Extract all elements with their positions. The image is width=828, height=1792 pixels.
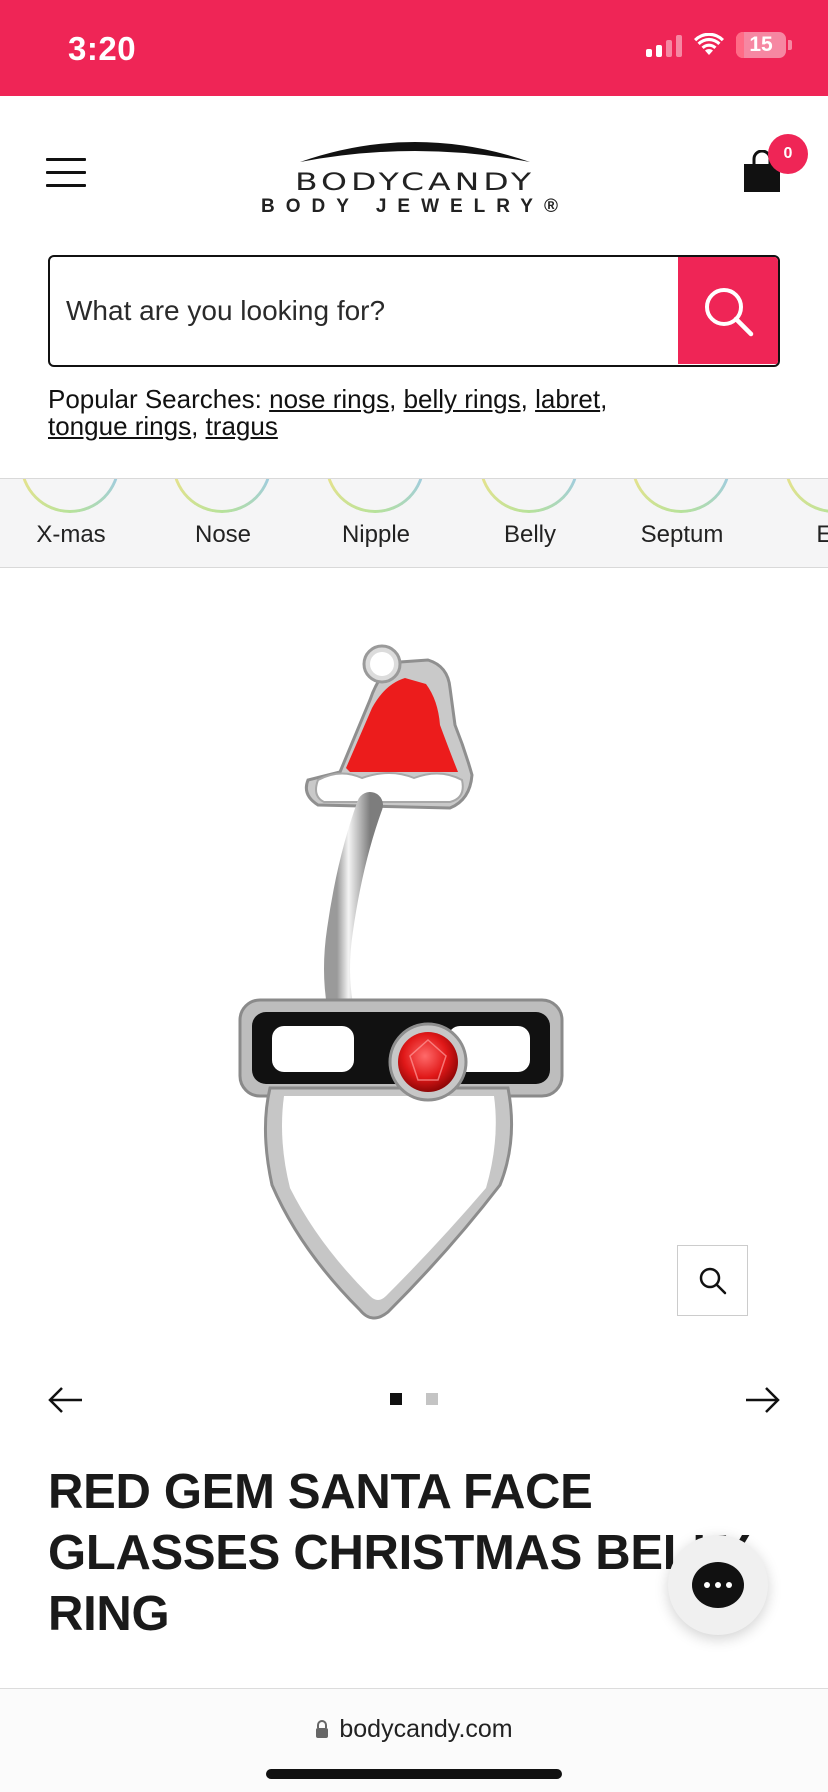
browser-url-bar: bodycandy.com xyxy=(0,1688,828,1792)
category-ear[interactable]: Ear xyxy=(760,479,828,567)
status-bar: 3:20 15 xyxy=(0,0,828,96)
product-image[interactable] xyxy=(200,600,600,1360)
logo-subtitle: BODY JEWELRY® xyxy=(261,196,569,217)
category-image xyxy=(20,479,120,513)
popular-separator: , xyxy=(600,384,608,414)
category-strip: X-mas Nose Nipple Belly Septum Ear xyxy=(0,478,828,568)
carousel-dot-2[interactable] xyxy=(426,1393,438,1405)
arrow-right-icon xyxy=(746,1387,780,1413)
popular-searches-label: Popular Searches: xyxy=(48,384,262,414)
battery-tip xyxy=(788,40,792,50)
wifi-icon xyxy=(694,33,724,55)
category-image xyxy=(784,479,828,513)
category-label: Nose xyxy=(194,521,252,548)
popular-separator: , xyxy=(191,411,206,441)
status-icons: 15 xyxy=(646,32,792,58)
zoom-button[interactable] xyxy=(677,1245,748,1316)
cart-count-badge: 0 xyxy=(768,134,808,174)
category-xmas[interactable]: X-mas xyxy=(0,479,146,567)
popular-separator: , xyxy=(520,384,536,414)
category-label: Belly xyxy=(503,521,557,548)
category-nipple[interactable]: Nipple xyxy=(301,479,451,567)
category-image xyxy=(172,479,272,513)
logo-arc xyxy=(300,142,530,162)
url-field[interactable]: bodycandy.com xyxy=(0,1715,828,1744)
popular-link-labret[interactable]: labret xyxy=(535,384,600,414)
search-button[interactable] xyxy=(678,257,778,364)
category-nose[interactable]: Nose xyxy=(148,479,298,567)
battery-level: 15 xyxy=(749,33,773,56)
search-input[interactable] xyxy=(50,257,680,364)
hamburger-menu-icon[interactable] xyxy=(46,158,86,190)
next-image-button[interactable] xyxy=(742,1380,782,1420)
popular-link-nose-rings[interactable]: nose rings xyxy=(269,384,389,414)
battery-icon: 15 xyxy=(736,32,786,58)
category-label: Nipple xyxy=(341,521,411,548)
carousel-dot-1[interactable] xyxy=(390,1393,402,1405)
popular-link-tongue-rings[interactable]: tongue rings xyxy=(48,411,191,441)
cart-button[interactable]: 0 xyxy=(740,134,808,200)
home-indicator[interactable] xyxy=(266,1769,562,1779)
previous-image-button[interactable] xyxy=(46,1380,86,1420)
popular-separator: , xyxy=(389,384,404,414)
category-label: X-mas xyxy=(36,521,106,548)
category-image xyxy=(479,479,579,513)
product-title: RED GEM SANTA FACE GLASSES CHRISTMAS BEL… xyxy=(48,1465,749,1641)
zoom-icon xyxy=(699,1267,726,1294)
search-icon xyxy=(705,287,754,336)
category-label: Septum xyxy=(640,521,724,548)
category-image xyxy=(631,479,731,513)
category-belly[interactable]: Belly xyxy=(455,479,605,567)
cellular-signal-icon xyxy=(646,33,682,57)
status-time: 3:20 xyxy=(68,30,137,67)
url-text: bodycandy.com xyxy=(339,1715,513,1743)
category-septum[interactable]: Septum xyxy=(607,479,757,567)
bodycandy-logo[interactable]: BODYCANDY BODY JEWELRY® xyxy=(240,134,590,224)
category-label: Ear xyxy=(760,521,828,549)
search-bar xyxy=(48,255,780,367)
category-image xyxy=(325,479,425,513)
chat-icon xyxy=(692,1562,744,1608)
popular-link-belly-rings[interactable]: belly rings xyxy=(404,384,521,414)
popular-searches: Popular Searches: nose rings, belly ring… xyxy=(48,386,788,440)
arrow-left-icon xyxy=(48,1387,82,1413)
lock-icon xyxy=(316,1720,329,1738)
logo-name: BODYCANDY xyxy=(294,167,536,196)
popular-link-tragus[interactable]: tragus xyxy=(206,411,278,441)
chat-button[interactable] xyxy=(668,1535,768,1635)
